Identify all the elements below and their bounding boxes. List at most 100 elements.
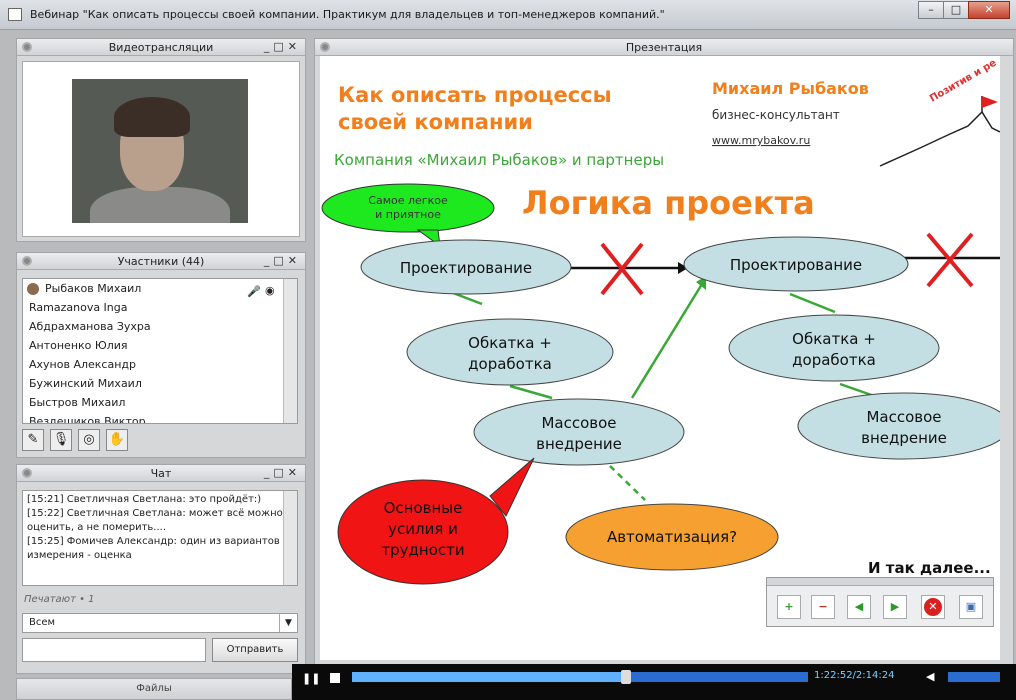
author-name: Михаил Рыбаков (712, 79, 869, 98)
send-button[interactable]: Отправить (212, 638, 298, 662)
minimize-button[interactable]: – (918, 1, 944, 19)
panel-window-icons[interactable]: _□✕ (264, 254, 301, 267)
app-icon (8, 8, 22, 21)
files-panel-header[interactable]: Файлы (16, 678, 292, 700)
slide-canvas: Как описать процессы своей компании Миха… (321, 57, 1000, 585)
presentation-panel-title: Презентация (625, 41, 703, 54)
panel-window-icons[interactable]: _□✕ (264, 466, 301, 479)
node-efforts-line2: усилия и (388, 520, 458, 538)
node-test-1 (406, 318, 614, 386)
arrow-test-to-mass (509, 384, 553, 400)
chat-input[interactable] (22, 638, 206, 662)
pause-icon[interactable]: ❚❚ (302, 672, 320, 685)
presenter-hair (114, 97, 190, 137)
microphone-icon[interactable]: 🎙 (50, 429, 72, 451)
node-efforts-line3: трудности (381, 541, 464, 559)
node-design-2-label: Проектирование (730, 256, 862, 274)
chat-panel-header: Чат _□✕ (17, 465, 305, 482)
list-item[interactable]: Антоненко Юлия (23, 336, 297, 355)
slide-main-title: Логика проекта (522, 184, 815, 222)
node-mass-2-line2: внедрение (861, 429, 947, 447)
arrow-mass-to-design2 (630, 283, 704, 399)
window-titlebar: Вебинар "Как описать процессы своей комп… (0, 0, 1016, 30)
remove-slide-icon[interactable]: − (811, 595, 835, 619)
node-automation-label: Автоматизация? (607, 528, 737, 546)
node-mass-1-line1: Массовое (541, 414, 616, 432)
stop-icon[interactable] (330, 673, 340, 683)
node-test-2-line1: Обкатка + (792, 330, 876, 348)
typing-indicator: Печатают • 1 (24, 594, 95, 605)
close-presentation-icon[interactable]: ✕ (921, 595, 945, 619)
node-efforts-line1: Основные (384, 499, 463, 517)
arrow-design2-to-test2 (789, 292, 836, 314)
list-item[interactable]: Вездешиков Виктор (23, 412, 297, 423)
presenter-shirt (90, 187, 230, 223)
node-mass-2 (797, 392, 1000, 460)
panel-window-icons[interactable]: _□✕ (264, 40, 301, 53)
company-name: Компания «Михаил Рыбаков» и партнеры (334, 151, 664, 169)
participants-scrollbar[interactable] (283, 279, 297, 423)
webcam-icon[interactable]: ◉ (265, 281, 275, 300)
arrow-right-icon[interactable]: ▶ (883, 595, 907, 619)
logo-slogan: Позитив и ре (928, 57, 999, 104)
presentation-slide: Как описать процессы своей компании Миха… (320, 56, 1000, 660)
list-item[interactable]: Быстров Михаил (23, 393, 297, 412)
playback-knob[interactable] (620, 670, 631, 684)
webcam-icon[interactable]: ◎ (78, 429, 100, 451)
raise-hand-icon[interactable]: ✋ (106, 429, 128, 451)
playback-progress[interactable] (352, 670, 808, 684)
playback-time: 1:22:52/2:14:24 (814, 670, 895, 681)
pencil-icon[interactable]: ✎ (22, 429, 44, 451)
node-test-1-line2: доработка (468, 355, 552, 373)
node-test-2-line2: доработка (792, 351, 876, 369)
speaker-icon[interactable]: ◀ (926, 670, 934, 683)
volume-slider[interactable] (948, 672, 1000, 682)
list-item[interactable]: Бужинский Михаил (23, 374, 297, 393)
participants-panel-header: Участники (44) _□✕ (17, 253, 305, 270)
red-x-icon (926, 232, 974, 288)
node-mass-2-line1: Массовое (866, 408, 941, 426)
node-mass-1-line2: внедрение (536, 435, 622, 453)
mountain-logo (879, 110, 1000, 167)
chevron-down-icon[interactable]: ▼ (279, 614, 297, 632)
add-slide-icon[interactable]: + (777, 595, 801, 619)
author-site[interactable]: www.mrybakov.ru (712, 134, 810, 147)
list-item[interactable]: Ахунов Александр (23, 355, 297, 374)
microphone-icon[interactable]: 🎤 (247, 282, 261, 301)
maximize-button[interactable]: □ (943, 1, 969, 19)
chat-messages: [15:21] Светличная Светлана: это пройдёт… (22, 490, 298, 586)
player-controls: ❚❚ 1:22:52/2:14:24 ◀ (292, 664, 1016, 700)
close-button[interactable]: ✕ (968, 1, 1010, 19)
presentation-panel-header: Презентация (315, 39, 1013, 56)
node-design-1-label: Проектирование (400, 259, 532, 277)
participants-panel-title: Участники (44) (117, 255, 205, 268)
webcam-video (72, 79, 248, 223)
recipient-select[interactable]: Всем ▼ (22, 613, 298, 633)
chat-panel-title: Чат (150, 467, 172, 480)
participants-list: Рыбаков Михаил 🎤 ◉ Ramazanova Inga Абдра… (22, 278, 298, 424)
list-item[interactable]: Абдрахманова Зухра (23, 317, 297, 336)
node-mass-1 (473, 398, 685, 466)
playback-progress-fill (352, 672, 626, 682)
chat-scrollbar[interactable] (283, 491, 297, 585)
author-role: бизнес-консультант (712, 108, 840, 122)
chat-message: [15:25] Фомичев Александр: один из вариа… (27, 536, 280, 561)
video-panel-header: Видеотрансляции _□✕ (17, 39, 305, 56)
list-item[interactable]: Рыбаков Михаил 🎤 ◉ (23, 279, 297, 298)
video-panel-title: Видеотрансляции (108, 41, 214, 54)
node-test-1-line1: Обкатка + (468, 334, 552, 352)
chat-message: [15:22] Светличная Светлана: может всё м… (27, 508, 283, 533)
slide-heading-line2: своей компании (338, 110, 533, 134)
flag-icon (982, 96, 998, 108)
user-icon (27, 283, 39, 295)
slide-nav-toolbar: + − ◀ ▶ ✕ ▣ (766, 577, 994, 627)
chat-message: [15:21] Светличная Светлана: это пройдёт… (27, 494, 262, 505)
window-title: Вебинар "Как описать процессы своей комп… (30, 8, 665, 21)
slide-heading-line1: Как описать процессы (338, 83, 612, 107)
node-test-2 (728, 314, 940, 382)
bubble-text-line1: Самое легкое (368, 194, 448, 207)
fullscreen-icon[interactable]: ▣ (959, 595, 983, 619)
arrow-mass-to-automation (609, 465, 646, 501)
recipient-value: Всем (29, 617, 56, 628)
arrow-left-icon[interactable]: ◀ (847, 595, 871, 619)
